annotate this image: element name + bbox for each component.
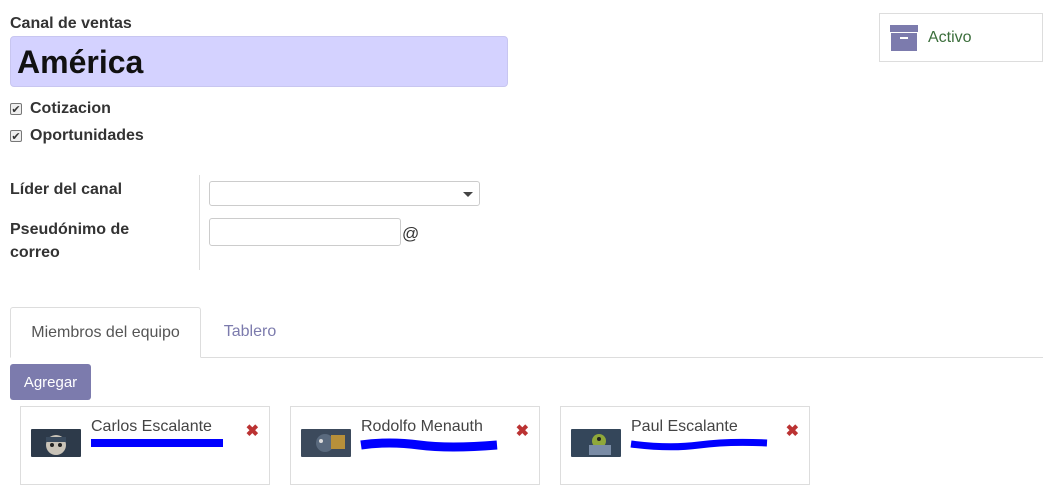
member-name: Carlos Escalante [91, 418, 212, 435]
email-alias-label: Pseudónimo de correo [10, 218, 129, 264]
quotation-checkbox-label: Cotizacion [30, 100, 111, 117]
redaction-mark [630, 438, 768, 451]
opportunities-checkbox-label: Oportunidades [30, 127, 144, 144]
sales-channel-name-input[interactable]: América [10, 36, 508, 87]
remove-icon[interactable]: ✖ [516, 421, 529, 441]
add-member-button[interactable]: Agregar [10, 364, 91, 400]
avatar [571, 429, 621, 457]
avatar [31, 429, 81, 457]
redaction-mark [360, 438, 498, 452]
quotation-checkbox-row[interactable]: ✔ Cotizacion [10, 100, 111, 118]
member-card[interactable]: Rodolfo Menauth ✖ [290, 406, 540, 485]
remove-icon[interactable]: ✖ [246, 421, 259, 441]
active-label: Activo [928, 28, 972, 46]
tab-dashboard[interactable]: Tablero [201, 307, 299, 357]
opportunities-checkbox[interactable]: ✔ [10, 130, 22, 143]
member-name: Rodolfo Menauth [361, 418, 483, 435]
member-name: Paul Escalante [631, 418, 738, 435]
email-alias-input[interactable] [209, 218, 401, 246]
chevron-down-icon[interactable] [463, 192, 473, 197]
opportunities-checkbox-row[interactable]: ✔ Oportunidades [10, 127, 144, 145]
member-card[interactable]: Paul Escalante ✖ [560, 406, 810, 485]
email-alias-suffix: @ [402, 224, 420, 243]
tab-team-members[interactable]: Miembros del equipo [10, 307, 201, 358]
quotation-checkbox[interactable]: ✔ [10, 103, 22, 116]
field-divider [199, 175, 200, 270]
redaction-mark [91, 439, 223, 447]
email-alias-label-line2: correo [10, 244, 60, 261]
channel-leader-select[interactable] [209, 181, 480, 206]
avatar [301, 429, 351, 457]
remove-icon[interactable]: ✖ [786, 421, 799, 441]
active-toggle-button[interactable]: Activo [879, 13, 1043, 62]
member-card[interactable]: Carlos Escalante ✖ [20, 406, 270, 485]
archive-icon [890, 24, 918, 51]
email-alias-label-line1: Pseudónimo de [10, 221, 130, 238]
sales-channel-label: Canal de ventas [10, 15, 132, 32]
channel-leader-label: Líder del canal [10, 181, 123, 198]
